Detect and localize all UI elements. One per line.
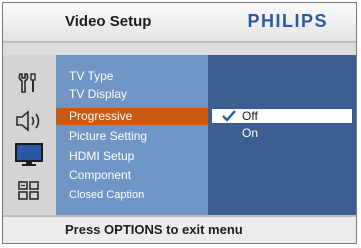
checkmark-icon (222, 110, 236, 122)
footer-bar: Press OPTIONS to exit menu (3, 215, 356, 243)
menu-item-component[interactable]: Component (69, 168, 131, 182)
grid-preference-icon[interactable] (11, 175, 47, 207)
header-bar: Video Setup PHILIPS (3, 3, 356, 43)
audio-speaker-icon[interactable] (11, 105, 47, 137)
exit-hint: Press OPTIONS to exit menu (65, 222, 243, 237)
page-title: Video Setup (65, 13, 152, 30)
option-on-label: On (242, 126, 259, 140)
option-on[interactable]: On (211, 125, 353, 141)
video-setup-window: Video Setup PHILIPS TV Type TV Display P… (2, 2, 357, 244)
menu-item-tv-display[interactable]: TV Display (69, 87, 127, 101)
option-off[interactable]: Off (211, 108, 353, 124)
video-setup-menu: TV Type TV Display Progressive Picture S… (56, 55, 208, 217)
brand-logo: PHILIPS (247, 11, 328, 31)
menu-item-closed-caption[interactable]: Closed Caption (69, 189, 144, 201)
menu-item-progressive[interactable]: Progressive (56, 108, 208, 125)
menu-item-picture-setting[interactable]: Picture Setting (69, 129, 147, 143)
header-strip (3, 43, 356, 55)
menu-item-hdmi-setup[interactable]: HDMI Setup (69, 149, 134, 163)
tv-monitor-icon[interactable] (11, 139, 47, 171)
settings-icon[interactable] (11, 67, 47, 99)
menu-item-tv-type[interactable]: TV Type (69, 69, 113, 83)
progressive-options: Off On (208, 55, 356, 217)
option-off-label: Off (242, 109, 258, 123)
category-icon-column (3, 55, 56, 217)
